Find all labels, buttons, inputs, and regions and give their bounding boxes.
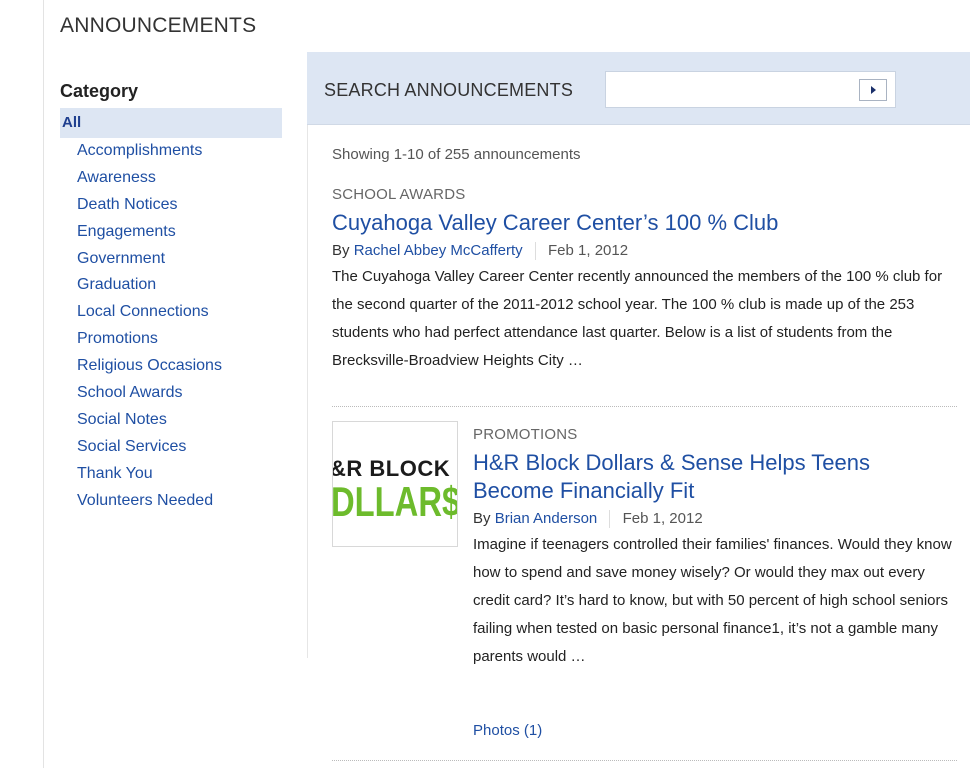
byline-separator [609, 510, 611, 529]
announcement-thumbnail[interactable]: &R BLOCK DLLAR$ & [332, 421, 458, 547]
article-divider [332, 760, 957, 761]
category-item-school-awards[interactable]: School Awards [60, 380, 282, 407]
announcement-byline: By Rachel Abbey McCafferty Feb 1, 2012 [332, 239, 957, 263]
category-item-accomplishments[interactable]: Accomplishments [60, 138, 282, 165]
announcement-item: SCHOOL AWARDS Cuyahoga Valley Career Cen… [332, 186, 957, 375]
announcement-category: SCHOOL AWARDS [332, 186, 466, 203]
author-link[interactable]: Rachel Abbey McCafferty [354, 242, 523, 259]
announcement-title-link[interactable]: H&R Block Dollars & Sense Helps Teens Be… [473, 449, 953, 505]
page-left-rule [43, 0, 44, 768]
page-title: ANNOUNCEMENTS [60, 14, 257, 37]
category-item-local-connections[interactable]: Local Connections [60, 299, 282, 326]
announcement-date: Feb 1, 2012 [548, 242, 629, 259]
search-label: SEARCH ANNOUNCEMENTS [324, 80, 574, 100]
category-item-thank-you[interactable]: Thank You [60, 461, 282, 488]
byline-prefix: By [473, 510, 491, 527]
article-divider [332, 406, 957, 407]
thumbnail-dollars-text: DLLAR$ & [332, 478, 458, 525]
category-item-social-notes[interactable]: Social Notes [60, 407, 282, 434]
category-item-all[interactable]: All [60, 108, 282, 138]
category-list: Accomplishments Awareness Death Notices … [60, 138, 282, 514]
category-item-volunteers-needed[interactable]: Volunteers Needed [60, 488, 282, 515]
byline-prefix: By [332, 242, 350, 259]
category-item-awareness[interactable]: Awareness [60, 165, 282, 192]
category-heading: Category [60, 81, 139, 101]
results-summary: Showing 1-10 of 255 announcements [332, 146, 581, 163]
category-item-death-notices[interactable]: Death Notices [60, 192, 282, 219]
category-item-graduation[interactable]: Graduation [60, 272, 282, 299]
announcement-excerpt: The Cuyahoga Valley Career Center recent… [332, 268, 943, 369]
category-item-promotions[interactable]: Promotions [60, 326, 282, 353]
announcement-category: PROMOTIONS [473, 426, 578, 443]
search-input[interactable] [605, 71, 896, 108]
search-bar: SEARCH ANNOUNCEMENTS [307, 52, 970, 125]
announcement-byline: By Brian Anderson Feb 1, 2012 [473, 507, 953, 531]
category-item-religious-occasions[interactable]: Religious Occasions [60, 353, 282, 380]
photos-link[interactable]: Photos (1) [473, 722, 542, 739]
play-arrow-icon [870, 86, 876, 94]
category-item-government[interactable]: Government [60, 246, 282, 273]
announcement-item: PROMOTIONS H&R Block Dollars & Sense Hel… [473, 426, 953, 671]
category-item-engagements[interactable]: Engagements [60, 219, 282, 246]
category-sidebar: Category All Accomplishments Awareness D… [60, 80, 282, 514]
search-submit-button[interactable] [859, 79, 887, 101]
announcement-title-link[interactable]: Cuyahoga Valley Career Center’s 100 % Cl… [332, 209, 957, 237]
author-link[interactable]: Brian Anderson [495, 510, 598, 527]
announcement-excerpt: Imagine if teenagers controlled their fa… [473, 536, 952, 665]
byline-separator [534, 242, 536, 261]
category-item-social-services[interactable]: Social Services [60, 434, 282, 461]
announcement-date: Feb 1, 2012 [622, 510, 703, 527]
